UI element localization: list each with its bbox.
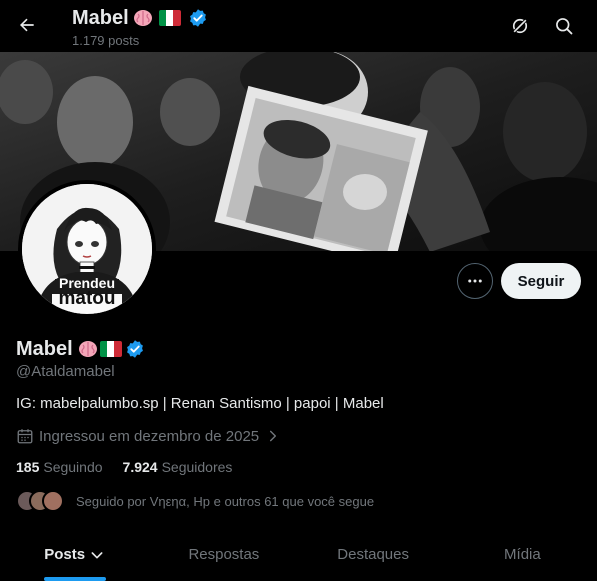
search-button[interactable] xyxy=(547,9,581,43)
following-count: 185 xyxy=(16,459,40,475)
verified-badge-icon[interactable] xyxy=(125,339,145,359)
followers-count: 7.924 xyxy=(122,459,158,475)
brain-emoji-icon xyxy=(78,340,98,358)
chevron-right-icon xyxy=(270,430,277,442)
more-options-button[interactable] xyxy=(457,263,493,299)
tab-media[interactable]: Mídia xyxy=(448,532,597,581)
following-label: Seguindo xyxy=(43,459,103,475)
back-button[interactable] xyxy=(10,8,44,42)
tab-highlights[interactable]: Destaques xyxy=(299,532,448,581)
profile-name-row: Mabel xyxy=(16,336,145,362)
header-name: Mabel xyxy=(72,6,129,29)
profile-tabs: Posts Respostas Destaques Mídia xyxy=(0,532,597,581)
header-name-row: Mabel xyxy=(72,5,208,31)
avatar-shirt-text-2: matou xyxy=(58,288,116,309)
tab-highlights-label: Destaques xyxy=(337,546,409,563)
profile-bio: IG: mabelpalumbo.sp | Renan Santismo | p… xyxy=(16,395,384,412)
header-posts-count: 1.179 posts xyxy=(72,33,140,48)
tab-posts[interactable]: Posts xyxy=(0,532,149,581)
search-icon xyxy=(556,18,573,35)
arrow-left-icon xyxy=(20,18,34,32)
profile-handle: @Ataldamabel xyxy=(16,363,115,380)
profile-stats: 185 Seguindo 7.924 Seguidores xyxy=(16,459,232,475)
tab-replies-label: Respostas xyxy=(188,546,260,563)
follow-button[interactable]: Seguir xyxy=(501,263,581,299)
italy-flag-icon xyxy=(99,341,122,357)
followed-by-avatars xyxy=(16,490,64,512)
profile-name: Mabel xyxy=(16,337,73,360)
tab-media-label: Mídia xyxy=(504,546,541,563)
brain-emoji-icon xyxy=(133,9,153,27)
following-link[interactable]: 185 Seguindo xyxy=(16,459,103,475)
grok-button[interactable] xyxy=(503,9,537,43)
joined-date-link[interactable]: Ingressou em dezembro de 2025 xyxy=(16,427,280,445)
active-tab-indicator xyxy=(43,577,106,581)
avatar xyxy=(42,490,64,512)
followed-by-text: Seguido por Vηεηα, Hp e outros 61 que vo… xyxy=(76,493,375,509)
followed-by-link[interactable]: Seguido por Vηεηα, Hp e outros 61 que vo… xyxy=(16,490,374,512)
followers-link[interactable]: 7.924 Seguidores xyxy=(123,459,233,475)
chevron-down-icon xyxy=(91,551,103,558)
tab-replies[interactable]: Respostas xyxy=(149,532,298,581)
verified-badge-icon xyxy=(189,9,206,27)
grok-icon xyxy=(512,18,528,34)
top-bar: Mabel 1.179 posts xyxy=(0,0,597,52)
followers-label: Seguidores xyxy=(161,459,233,475)
joined-date-text: Ingressou em dezembro de 2025 xyxy=(39,427,260,445)
header-titles: Mabel 1.179 posts xyxy=(72,5,208,48)
calendar-icon xyxy=(17,429,33,444)
italy-flag-icon xyxy=(158,10,181,26)
more-horizontal-icon xyxy=(468,279,482,283)
tab-posts-label: Posts xyxy=(44,546,86,563)
